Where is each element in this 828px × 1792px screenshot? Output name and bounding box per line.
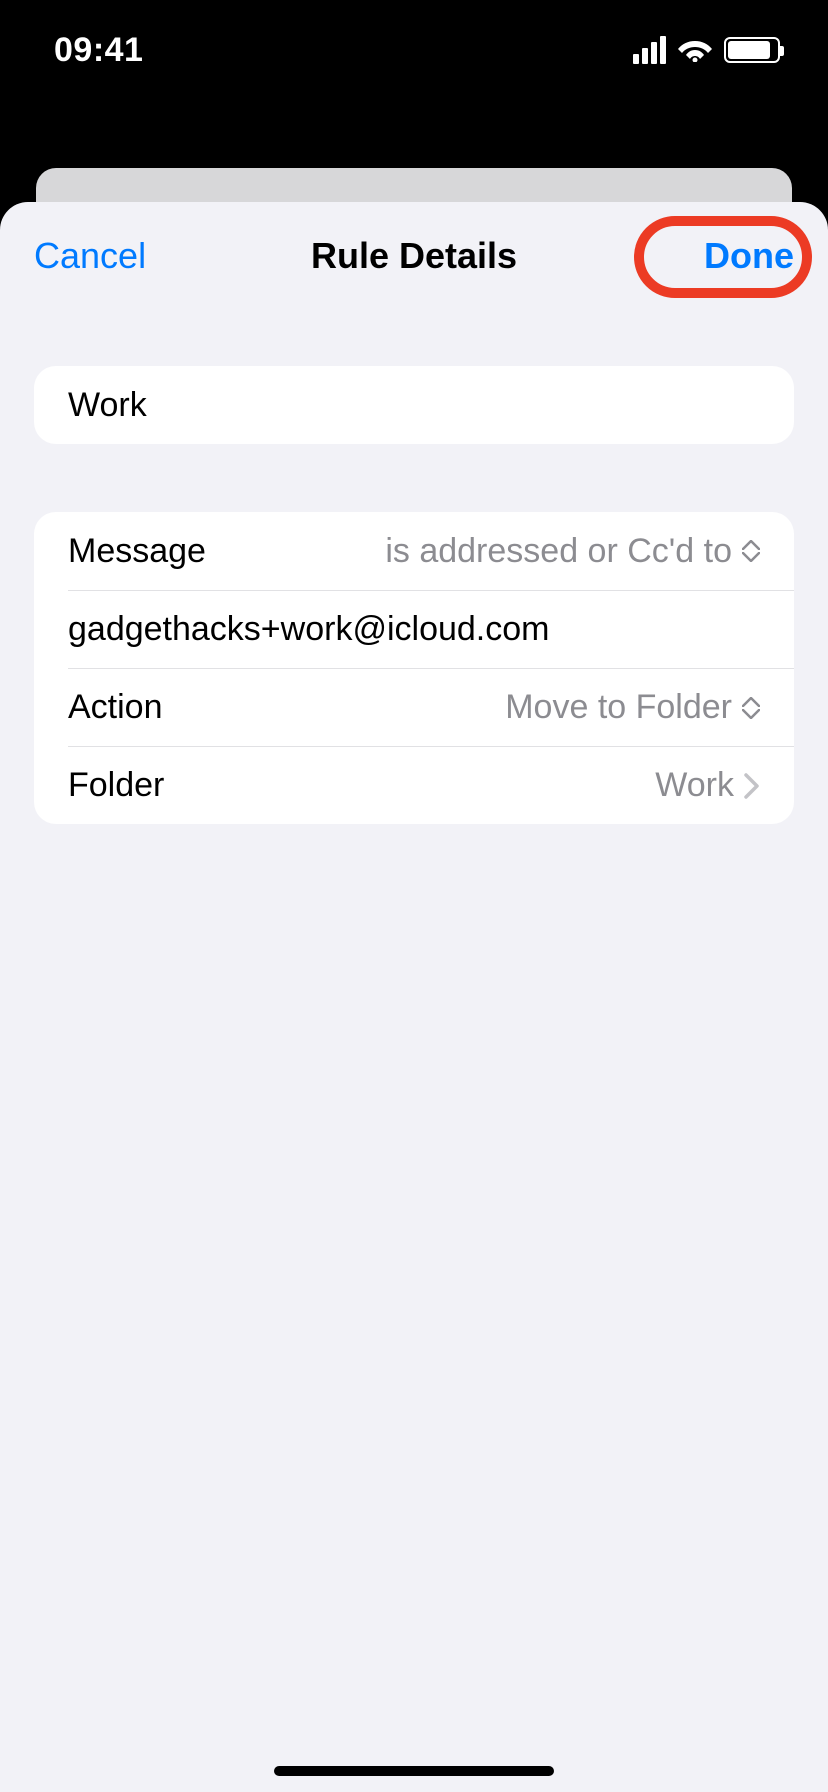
action-row[interactable]: Action Move to Folder — [68, 668, 794, 746]
cellular-icon — [633, 36, 666, 64]
rule-settings-group: Message is addressed or Cc'd to Action M… — [34, 512, 794, 824]
rule-name-input[interactable] — [68, 386, 760, 425]
rule-name-group — [34, 366, 794, 444]
address-input[interactable] — [68, 610, 760, 649]
done-highlight-annotation — [634, 216, 812, 298]
action-label: Action — [68, 688, 163, 727]
updown-icon — [742, 697, 760, 719]
updown-icon — [742, 540, 760, 562]
status-bar: 09:41 — [0, 0, 828, 100]
folder-row[interactable]: Folder Work — [68, 746, 794, 824]
status-indicators — [633, 36, 780, 64]
address-row[interactable] — [68, 590, 794, 668]
nav-bar: Cancel Rule Details Done — [0, 202, 828, 310]
cancel-button[interactable]: Cancel — [34, 235, 146, 277]
rule-name-row[interactable] — [34, 366, 794, 444]
message-condition-value: is addressed or Cc'd to — [385, 532, 732, 571]
battery-icon — [724, 37, 780, 63]
wifi-icon — [678, 38, 712, 62]
chevron-right-icon — [744, 773, 760, 799]
message-label: Message — [68, 532, 206, 571]
status-time: 09:41 — [54, 31, 143, 70]
message-condition-row[interactable]: Message is addressed or Cc'd to — [34, 512, 794, 590]
folder-value: Work — [655, 766, 734, 805]
folder-label: Folder — [68, 766, 164, 805]
home-indicator[interactable] — [274, 1766, 554, 1776]
modal-sheet: Cancel Rule Details Done Message is addr… — [0, 202, 828, 1792]
action-value: Move to Folder — [505, 688, 732, 727]
